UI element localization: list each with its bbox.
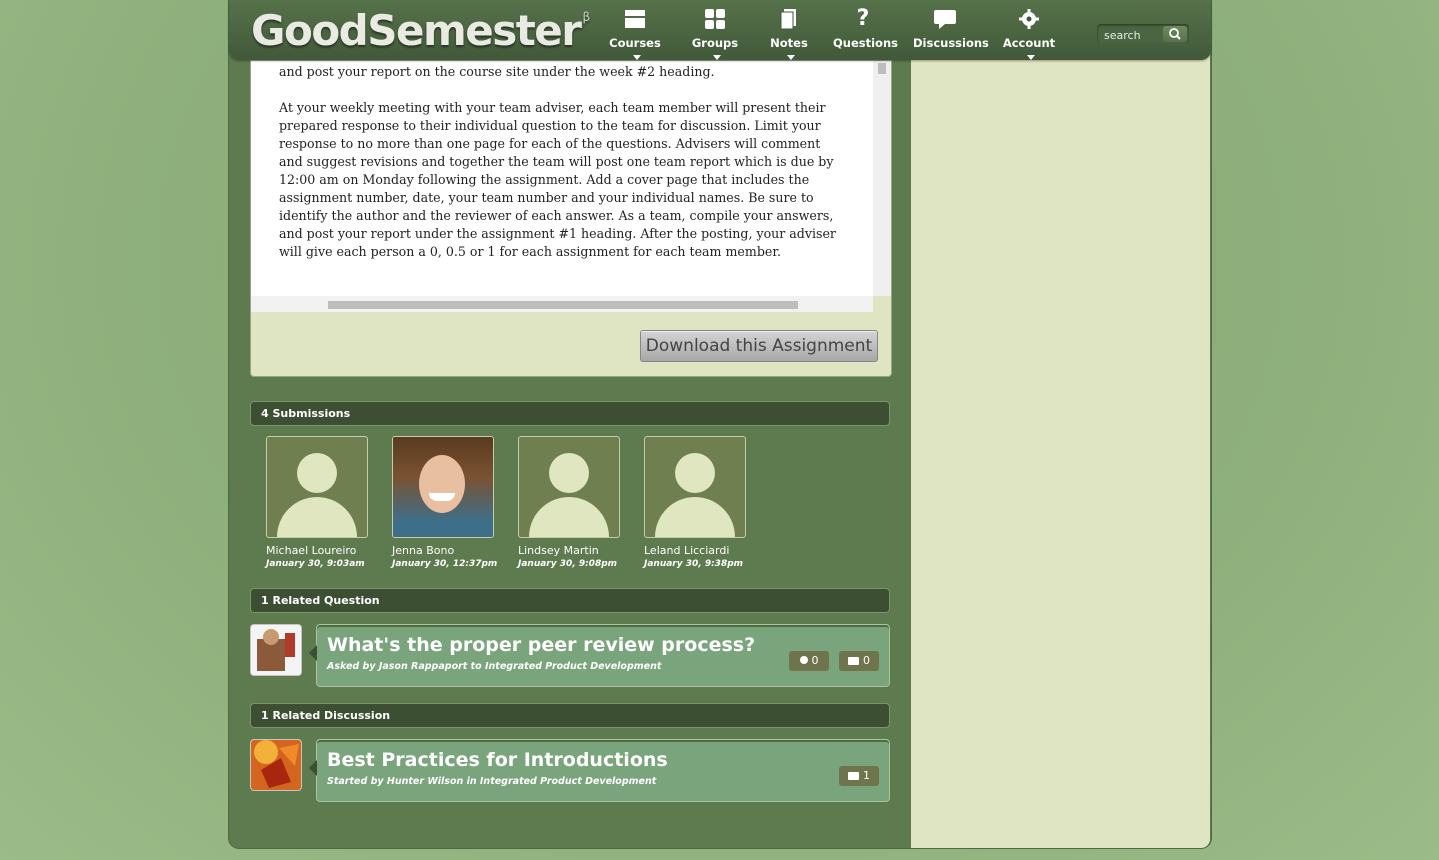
top-navigation-bar: GoodSemester β Courses Groups Notes ? Que…: [229, 0, 1211, 60]
scrollbar-thumb[interactable]: [328, 301, 798, 309]
scrollbar-thumb[interactable]: [878, 63, 886, 74]
search-box: [1097, 24, 1189, 44]
search-button[interactable]: [1163, 26, 1187, 42]
chevron-down-icon: [1026, 55, 1035, 60]
vote-count: 0: [811, 654, 819, 667]
question-byline: Asked by Jason Rappaport to Integrated P…: [327, 661, 662, 672]
assignment-text: and post your report on the course site …: [279, 63, 845, 279]
assignment-paragraph: At your weekly meeting with your team ad…: [279, 100, 836, 259]
discussion-starter-avatar[interactable]: [250, 739, 302, 791]
submission-date: January 30, 9:08pm: [518, 559, 618, 569]
chevron-down-icon: [786, 55, 795, 60]
avatar[interactable]: [266, 436, 368, 538]
horizontal-scrollbar[interactable]: [251, 296, 873, 312]
right-sidebar-panel: [911, 0, 1210, 848]
comment-count: 1: [863, 769, 870, 782]
courses-icon: [605, 8, 665, 32]
notes-icon: [765, 8, 813, 32]
nav-courses[interactable]: Courses: [605, 8, 665, 60]
nav-account-label: Account: [1002, 36, 1056, 50]
related-question-header: 1 Related Question: [250, 588, 890, 613]
nav-groups-label: Groups: [691, 36, 739, 50]
chevron-down-icon: [632, 55, 641, 60]
nav-courses-label: Courses: [609, 36, 661, 50]
comment-count-badge: 0: [839, 651, 879, 671]
document-viewer[interactable]: and post your report on the course site …: [251, 61, 873, 296]
assignment-paragraph: and post your report on the course site …: [279, 64, 715, 79]
avatar[interactable]: [518, 436, 620, 538]
nav-notes-label: Notes: [770, 36, 808, 50]
comment-count-badge: 1: [839, 766, 879, 786]
search-icon: [1169, 28, 1181, 40]
related-discussion-header: 1 Related Discussion: [250, 703, 890, 728]
submission-date: January 30, 9:38pm: [644, 559, 744, 569]
submission-date: January 30, 12:37pm: [392, 559, 498, 569]
question-title[interactable]: What's the proper peer review process?: [327, 634, 755, 656]
logo-text: GoodSemester: [251, 6, 582, 55]
comment-icon: [848, 657, 859, 665]
assignment-panel: and post your report on the course site …: [250, 60, 892, 377]
nav-discussions-label: Discussions: [913, 36, 989, 50]
submission-item[interactable]: Michael Loureiro January 30, 9:03am: [266, 436, 376, 569]
gear-icon: [999, 8, 1059, 32]
comment-count: 0: [863, 654, 870, 667]
comment-icon: [848, 772, 859, 780]
submission-date: January 30, 9:03am: [266, 559, 365, 569]
nav-discussions[interactable]: Discussions: [913, 8, 989, 54]
logo[interactable]: GoodSemester β: [251, 6, 591, 55]
submitter-name[interactable]: Lindsey Martin: [518, 544, 628, 557]
nav-account[interactable]: Account: [999, 8, 1059, 60]
beta-mark: β: [582, 10, 591, 24]
question-icon: ?: [856, 6, 870, 31]
submission-item[interactable]: Jenna Bono January 30, 12:37pm: [392, 436, 502, 569]
submitter-name[interactable]: Leland Licciardi: [644, 544, 754, 557]
submissions-header: 4 Submissions: [250, 401, 890, 426]
vote-icon: [799, 656, 808, 664]
related-question-card[interactable]: What's the proper peer review process? A…: [309, 624, 890, 687]
submitter-name[interactable]: Michael Loureiro: [266, 544, 376, 557]
discussion-byline: Started by Hunter Wilson in Integrated P…: [327, 776, 657, 787]
nav-questions-label: Questions: [833, 36, 898, 50]
nav-notes[interactable]: Notes: [765, 8, 813, 60]
submission-item[interactable]: Leland Licciardi January 30, 9:38pm: [644, 436, 754, 569]
related-discussion-card[interactable]: Best Practices for Introductions Started…: [309, 739, 890, 802]
chevron-down-icon: [712, 55, 721, 60]
groups-icon: [687, 8, 743, 32]
avatar[interactable]: [392, 436, 494, 538]
discussion-title[interactable]: Best Practices for Introductions: [327, 749, 668, 771]
search-input[interactable]: [1102, 26, 1164, 44]
submission-item[interactable]: Lindsey Martin January 30, 9:08pm: [518, 436, 628, 569]
download-assignment-button[interactable]: Download this Assignment: [640, 330, 878, 362]
nav-groups[interactable]: Groups: [687, 8, 743, 60]
asker-avatar[interactable]: [250, 624, 302, 676]
avatar[interactable]: [644, 436, 746, 538]
nav-questions[interactable]: ? Questions: [833, 6, 898, 54]
submitter-name[interactable]: Jenna Bono: [392, 544, 502, 557]
vertical-scrollbar[interactable]: [873, 61, 891, 296]
discussion-icon: [913, 8, 977, 32]
vote-count-badge: 0: [789, 651, 829, 671]
